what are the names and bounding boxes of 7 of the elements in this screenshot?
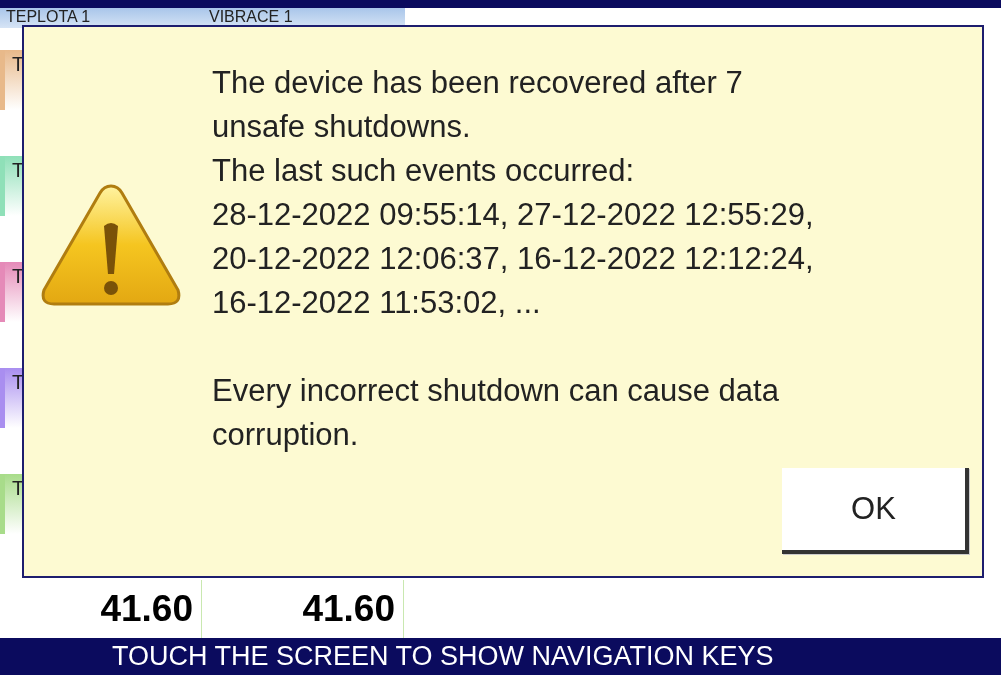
dialog-message: Every incorrect shutdown can cause data corruption. (212, 372, 779, 454)
column-header: VIBRACE 1 (208, 8, 293, 27)
warning-icon (40, 182, 182, 308)
dialog-message: The device has been recovered after 7 unsafe shutdowns. (212, 64, 743, 146)
dialog-message: The last such events occurred: 28-12-2022 09:55:14, 27-12-2022 12:55:29, 20-12-2022 12:06:37, 16-12-2022 12:12:24, 16-12-2022 11:53:02, ... (212, 152, 814, 322)
ok-button[interactable]: OK (782, 468, 969, 554)
column-header: TEPLOTA 1 (5, 8, 92, 27)
